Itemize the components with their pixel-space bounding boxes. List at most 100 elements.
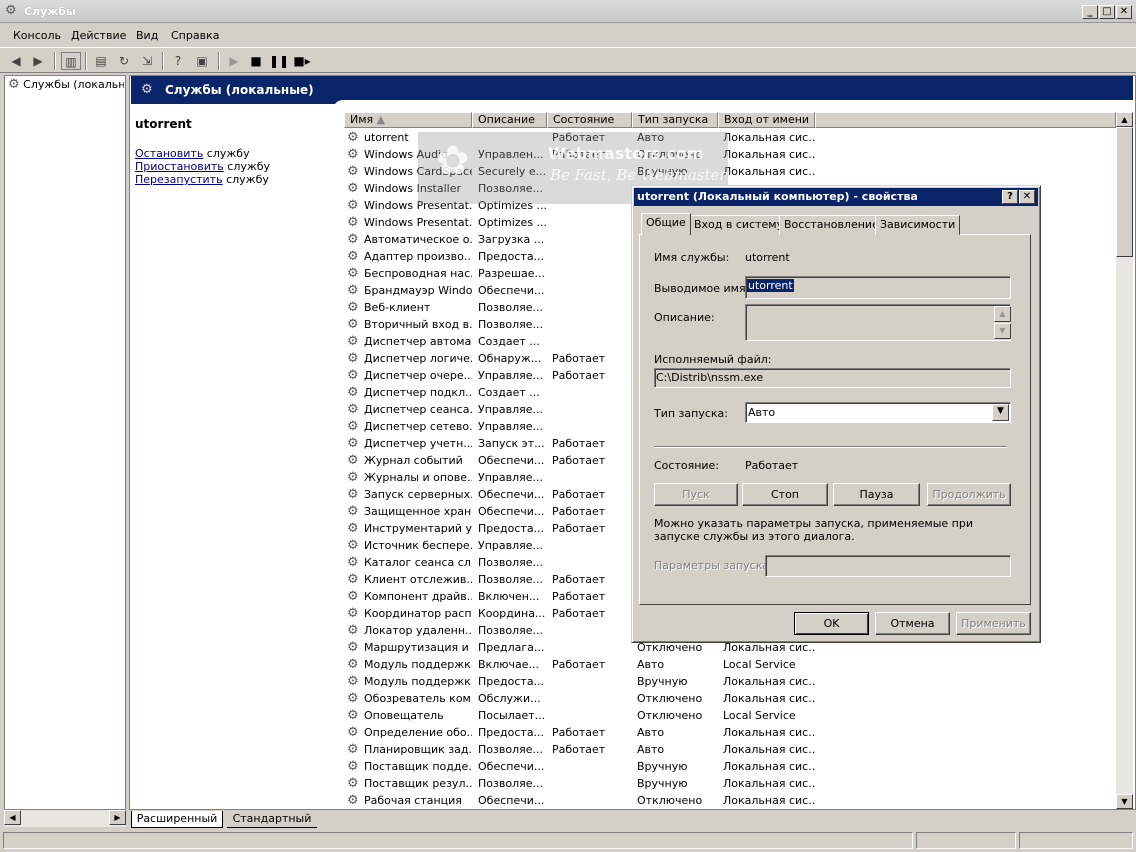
service-gear-icon: ⚙ <box>347 164 359 179</box>
service-state: Работает <box>552 522 606 535</box>
tab-extended[interactable]: Расширенный <box>131 811 223 828</box>
scroll-left-button[interactable]: ◀ <box>4 810 21 825</box>
refresh-icon[interactable]: ↻ <box>114 52 134 70</box>
restart-icon[interactable]: ■▸ <box>292 52 312 70</box>
toolbar: ◀ ▶ ▥ ▤ ↻ ⇲ ? ▣ ▶ ■ ❚❚ ■▸ <box>0 47 1136 73</box>
service-description: Позволяе... <box>478 624 543 637</box>
service-startup: Авто <box>637 726 665 739</box>
window-titlebar: ⚙ Службы _ □ ✕ <box>0 0 1136 23</box>
play-icon[interactable]: ▶ <box>224 52 244 70</box>
restart-service-link[interactable]: Перезапустить <box>135 173 223 186</box>
tab-recovery[interactable]: Восстановление <box>779 215 884 235</box>
service-gear-icon: ⚙ <box>347 283 359 298</box>
table-row[interactable]: ⚙ Определение обо... Предоста... Работает Ав… <box>345 724 815 741</box>
service-name: Журнал событий <box>364 454 463 467</box>
service-description: Обеспечи... <box>478 488 545 501</box>
export-icon[interactable]: ⇲ <box>137 52 157 70</box>
column-header-name[interactable]: Имя ▲ <box>344 112 472 128</box>
service-logon: Локальная сис... <box>723 148 815 161</box>
maximize-button[interactable]: □ <box>1099 5 1115 19</box>
service-state: Работает <box>552 590 606 603</box>
stop-service-link[interactable]: Остановить <box>135 147 203 160</box>
back-icon[interactable]: ◀ <box>6 52 26 70</box>
service-name: Оповещатель <box>364 709 444 722</box>
service-name: Модуль поддержк... <box>364 658 472 671</box>
column-header-state[interactable]: Состояние <box>547 112 632 128</box>
watermark-line1: Webmasters.com <box>548 144 704 163</box>
ok-button[interactable]: OK <box>794 612 869 635</box>
service-gear-icon: ⚙ <box>347 674 359 689</box>
service-name: Брандмауэр Windo... <box>364 284 472 297</box>
column-header-startup[interactable]: Тип запуска <box>632 112 718 128</box>
service-name: Веб-клиент <box>364 301 431 314</box>
service-name-value: utorrent <box>745 251 790 264</box>
status-pane <box>3 832 913 849</box>
table-row[interactable]: ⚙ Планировщик зад... Позволяе... Работает Ав… <box>345 741 815 758</box>
scroll-up-button[interactable]: ▲ <box>1116 112 1133 127</box>
service-description: Позволяе... <box>478 777 543 790</box>
table-row[interactable]: ⚙ Рабочая станция Обеспечи... Отключено Лока… <box>345 792 815 809</box>
help-icon[interactable]: ? <box>168 52 188 70</box>
service-description: Предоста... <box>478 675 545 688</box>
show-tree-icon[interactable]: ▥ <box>61 52 81 70</box>
list-header: Имя ▲ Описание Состояние Тип запуска Вхо… <box>344 112 1116 128</box>
pause-icon[interactable]: ❚❚ <box>269 52 289 70</box>
menu-view[interactable]: Вид <box>136 29 158 42</box>
tab-logon[interactable]: Вход в систему <box>689 215 789 235</box>
service-gear-icon: ⚙ <box>347 181 359 196</box>
dialog-close-button[interactable]: ✕ <box>1019 190 1035 204</box>
scroll-down-button[interactable]: ▼ <box>1116 794 1133 809</box>
tab-standard[interactable]: Стандартный <box>227 811 317 828</box>
service-description: Optimizes ... <box>478 216 548 229</box>
table-row[interactable]: ⚙ Обозреватель ком... Обслужи... Отключено Л… <box>345 690 815 707</box>
service-gear-icon: ⚙ <box>347 640 359 655</box>
startup-type-select[interactable]: Авто ▼ <box>745 402 1011 423</box>
menu-bar: Консоль Действие Вид Справка <box>0 25 1136 45</box>
tree-hscroll[interactable]: ◀ ▶ <box>4 810 126 827</box>
table-row[interactable]: ⚙ Поставщик резул... Позволяе... Вручную Лок… <box>345 775 815 792</box>
service-description: Загрузка ... <box>478 233 545 246</box>
action-text: службу <box>203 147 250 160</box>
tree-item-services[interactable]: ⚙ Службы (локальные) <box>8 78 124 91</box>
start-params-field[interactable] <box>765 555 1011 577</box>
pause-button[interactable]: Пауза <box>833 483 920 506</box>
action-text: службу <box>223 160 271 173</box>
pause-service-link[interactable]: Приостановить <box>135 160 224 173</box>
state-label: Состояние: <box>654 459 720 472</box>
minimize-button[interactable]: _ <box>1082 5 1098 19</box>
description-scroll-down[interactable]: ▼ <box>994 323 1011 339</box>
column-header-logon[interactable]: Вход от имени <box>718 112 815 128</box>
table-row[interactable]: ⚙ Поставщик подде... Обеспечи... Вручную Лок… <box>345 758 815 775</box>
properties-icon[interactable]: ▤ <box>91 52 111 70</box>
list-vscroll[interactable]: ▲ ▼ <box>1116 112 1133 809</box>
tab-general[interactable]: Общие <box>641 213 691 235</box>
menu-console[interactable]: Консоль <box>13 29 61 42</box>
table-row[interactable]: ⚙ Модуль поддержк... Предоста... Вручную Лок… <box>345 673 815 690</box>
menu-action[interactable]: Действие <box>71 29 126 42</box>
description-scroll-up[interactable]: ▲ <box>994 306 1011 322</box>
stop-icon[interactable]: ■ <box>246 52 266 70</box>
stop-button[interactable]: Стоп <box>742 483 828 506</box>
forward-icon[interactable]: ▶ <box>28 52 48 70</box>
column-header-description[interactable]: Описание <box>472 112 547 128</box>
table-row[interactable]: ⚙ Модуль поддержк... Включае... Работает Авт… <box>345 656 815 673</box>
tab-dependencies[interactable]: Зависимости <box>875 215 961 235</box>
chevron-down-icon[interactable]: ▼ <box>992 404 1009 421</box>
console-view-icon[interactable]: ▣ <box>192 52 212 70</box>
service-description: Обслужи... <box>478 692 541 705</box>
cancel-button[interactable]: Отмена <box>875 612 950 635</box>
close-button[interactable]: ✕ <box>1116 5 1132 19</box>
service-description: Обеспечи... <box>478 454 545 467</box>
display-name-field[interactable]: utorrent <box>745 276 1011 299</box>
start-button[interactable]: Пуск <box>654 483 738 506</box>
scroll-thumb[interactable] <box>1116 127 1133 257</box>
table-row[interactable]: ⚙ Оповещатель Посылает... Отключено Local Se… <box>345 707 815 724</box>
apply-button[interactable]: Применить <box>956 612 1031 635</box>
scroll-right-button[interactable]: ▶ <box>109 810 126 825</box>
dialog-help-button[interactable]: ? <box>1002 190 1018 204</box>
menu-help[interactable]: Справка <box>171 29 219 42</box>
description-field[interactable]: ▲ ▼ <box>745 304 1011 341</box>
resume-button[interactable]: Продолжить <box>927 483 1011 506</box>
service-gear-icon: ⚙ <box>347 572 359 587</box>
service-name: Локатор удаленн... <box>364 624 472 637</box>
